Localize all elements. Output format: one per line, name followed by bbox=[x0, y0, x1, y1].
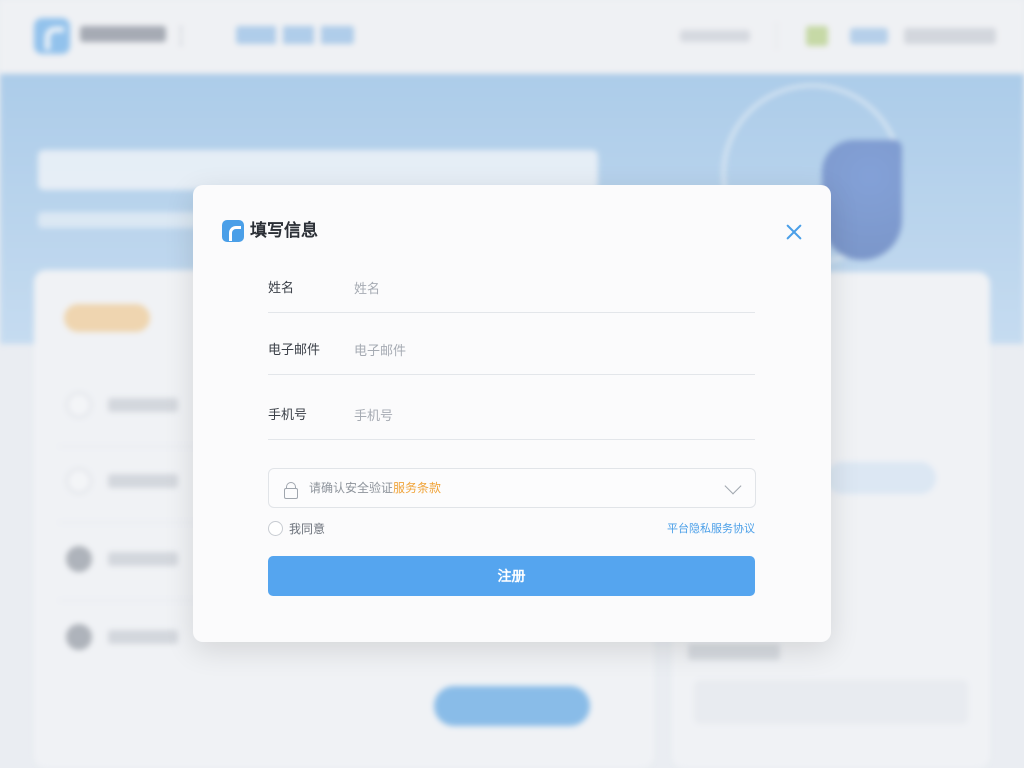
security-select-highlight: 服务条款 bbox=[393, 481, 442, 495]
email-field: 电子邮件 bbox=[268, 325, 755, 375]
phone-field: 手机号 bbox=[268, 390, 755, 440]
name-label: 姓名 bbox=[268, 281, 295, 296]
chevron-down-icon bbox=[724, 477, 742, 495]
email-label: 电子邮件 bbox=[268, 343, 321, 358]
agree-radio[interactable] bbox=[268, 521, 283, 536]
register-button[interactable]: 注册 bbox=[268, 556, 755, 596]
email-input[interactable] bbox=[354, 337, 744, 365]
security-select-label: 请确认安全验证 bbox=[309, 481, 394, 495]
phone-label: 手机号 bbox=[268, 408, 308, 423]
name-field: 姓名 bbox=[268, 263, 755, 313]
lock-icon bbox=[284, 482, 298, 499]
security-select-text: 请确认安全验证服务条款 bbox=[309, 481, 441, 496]
terms-link[interactable]: 平台隐私服务协议 bbox=[667, 522, 755, 536]
agree-label: 我同意 bbox=[289, 522, 326, 536]
modal-title: 填写信息 bbox=[250, 221, 318, 241]
close-icon[interactable] bbox=[783, 221, 805, 243]
phone-input[interactable] bbox=[354, 402, 744, 430]
name-input[interactable] bbox=[354, 275, 744, 303]
app-logo-icon bbox=[222, 220, 244, 242]
registration-modal: 填写信息 姓名 电子邮件 手机号 请确认安全验证服务条款 我同意 平台隐私服务协… bbox=[193, 185, 831, 642]
security-select[interactable]: 请确认安全验证服务条款 bbox=[268, 468, 756, 508]
